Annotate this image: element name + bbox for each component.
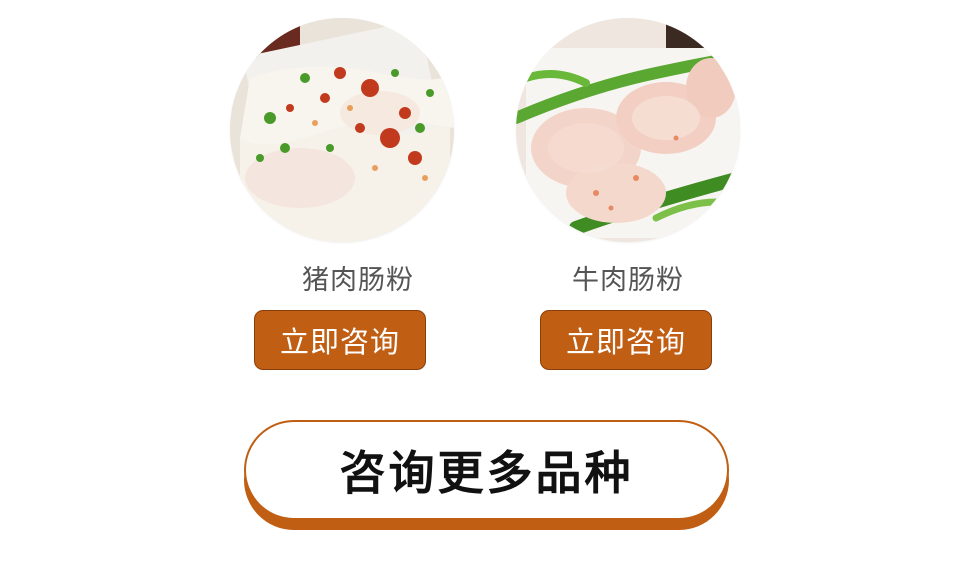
pork-rice-roll-photo — [230, 18, 454, 242]
product-name-pork: 猪肉肠粉 — [302, 265, 414, 296]
beef-rice-roll-photo — [516, 18, 740, 242]
beef-rice-roll-image-icon — [516, 18, 740, 242]
pork-rice-roll-image-icon — [230, 18, 454, 242]
product-name-beef: 牛肉肠粉 — [572, 265, 684, 296]
consult-now-button-beef[interactable]: 立即咨询 — [540, 310, 712, 370]
consult-now-button-pork[interactable]: 立即咨询 — [254, 310, 426, 370]
consult-more-varieties-button[interactable]: 咨询更多品种 — [244, 420, 729, 520]
more-varieties-wrapper: 咨询更多品种 — [244, 420, 729, 530]
